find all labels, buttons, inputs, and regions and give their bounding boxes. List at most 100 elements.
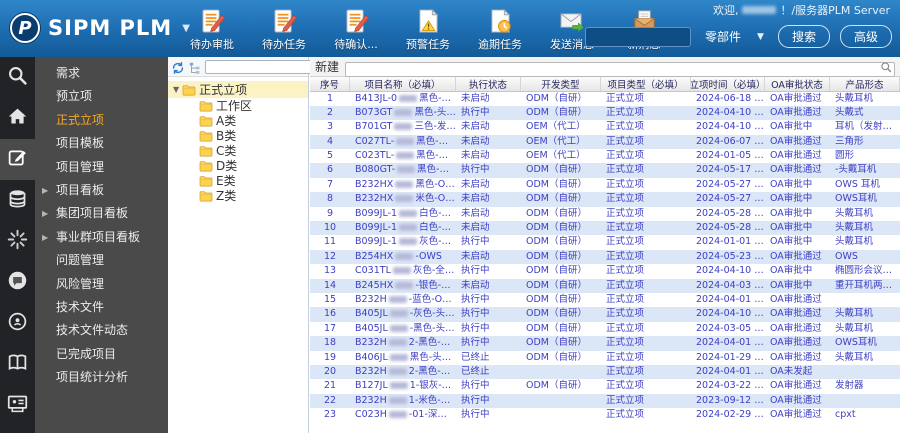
cell-project-name[interactable]: B405JL-灰色-头戴耳机 bbox=[350, 307, 456, 321]
table-row[interactable]: 23 C023H-01-深空灰-全… 执行中 正式立项 2024-02-29 00:00… bbox=[310, 408, 900, 422]
table-row[interactable]: 21 B127JL1-银灰-发射器执行中 ODM（自研） 正式立项 2024-03-22… bbox=[310, 379, 900, 393]
cell-project-name[interactable]: C027TL-黑色-全向麦 bbox=[350, 135, 456, 149]
column-header[interactable]: 序号 bbox=[310, 77, 350, 91]
toolbar-item-overdue-task[interactable]: 逾期任务 bbox=[471, 8, 529, 52]
table-row[interactable]: 22 B232H1-米色-OWS 执行中 正式立项 2023-09-12 00:00 OA… bbox=[310, 393, 900, 409]
table-filter-input[interactable] bbox=[345, 61, 895, 77]
table-row[interactable]: 12 B254HX-OWS 未启动 ODM（自研） 正式立项 2024-05-23 08:… bbox=[310, 249, 900, 265]
tree-node[interactable]: E类 bbox=[168, 173, 308, 188]
nav-icon-knowledge[interactable] bbox=[0, 344, 35, 385]
cell-project-name[interactable]: C023H-01-深空灰-全… bbox=[350, 408, 456, 422]
cell-project-name[interactable]: C031TL灰色-全向麦 bbox=[350, 264, 456, 278]
cell-project-name[interactable]: B127JL1-银灰-发射器 bbox=[350, 379, 456, 393]
menu-item-project-board[interactable]: ▶ 项目看板 bbox=[35, 179, 168, 202]
tree-root-node[interactable]: ▼ 正式立项 bbox=[168, 81, 308, 98]
nav-icon-broadcast[interactable] bbox=[0, 303, 35, 344]
tree-structure-icon[interactable] bbox=[188, 60, 202, 74]
column-header[interactable]: 项目类型（必填） bbox=[601, 77, 691, 91]
tree-node[interactable]: 工作区 bbox=[168, 98, 308, 113]
table-row[interactable]: 7 B232HX黑色-OWS 未启动 ODM（自研） 正式立项 2024-05-27 08… bbox=[310, 178, 900, 192]
cell-project-name[interactable]: B099JL-1白色-头戴耳… bbox=[350, 207, 456, 221]
table-row[interactable]: 20 B232H2-黑色-OWS-终… 已终止 正式立项 2024-04-01 08:0… bbox=[310, 364, 900, 380]
tree-node[interactable]: Z类 bbox=[168, 188, 308, 203]
nav-icon-messages[interactable] bbox=[0, 262, 35, 303]
menu-item-project-template[interactable]: 项目模板 bbox=[35, 132, 168, 155]
cell-project-name[interactable]: B099JL-1灰色-头戴耳机 bbox=[350, 235, 456, 249]
tree-node[interactable]: B类 bbox=[168, 128, 308, 143]
cell-project-name[interactable]: B245HX-银色-OWS bbox=[350, 279, 456, 293]
app-logo[interactable]: P SIPM PLM ▼ bbox=[10, 13, 190, 43]
nav-icon-database[interactable] bbox=[0, 180, 35, 221]
cell-project-name[interactable]: B405JL-黑色-头戴耳机 bbox=[350, 322, 456, 336]
menu-item-demand[interactable]: 需求 bbox=[35, 62, 168, 85]
nav-icon-home[interactable] bbox=[0, 98, 35, 139]
table-search-icon[interactable] bbox=[880, 58, 892, 73]
cell-project-name[interactable]: B701GT三色-发射器 bbox=[350, 120, 456, 134]
nav-icon-monitor[interactable] bbox=[0, 385, 35, 426]
column-header[interactable]: 执行状态 bbox=[456, 77, 521, 91]
cell-project-name[interactable]: C023TL-黑色-全向麦 bbox=[350, 149, 456, 163]
menu-item-group-project-board[interactable]: ▶ 集团项目看板 bbox=[35, 202, 168, 225]
menu-item-issue-management[interactable]: 问题管理 bbox=[35, 249, 168, 272]
table-row[interactable]: 11 B099JL-1灰色-头戴耳机执行中 ODM（自研） 正式立项 2024-01-0… bbox=[310, 235, 900, 249]
tree-refresh-icon[interactable] bbox=[171, 60, 185, 74]
table-row[interactable]: 4 C027TL-黑色-全向麦未启动 OEM（代工） 正式立项 2024-06-07 0… bbox=[310, 134, 900, 150]
toolbar-item-todo-confirm[interactable]: 待确认... bbox=[327, 8, 385, 52]
new-button[interactable]: 新建 bbox=[315, 58, 339, 75]
cell-project-name[interactable]: B080GT-黑色-头戴耳机 bbox=[350, 163, 456, 177]
table-row[interactable]: 2 B073GT黑色-头戴耳机执行中 ODM（自研） 正式立项 2024-04-10 0… bbox=[310, 105, 900, 121]
cell-project-name[interactable]: B232H2-黑色-OWS bbox=[350, 336, 456, 350]
table-row[interactable]: 18 B232H2-黑色-OWS 执行中 ODM（自研） 正式立项 2024-04-01 … bbox=[310, 336, 900, 351]
table-row[interactable]: 10 B099JL-1白色-头戴耳… 未启动 ODM（自研） 正式立项 2024-05-2… bbox=[310, 221, 900, 236]
global-search-input[interactable] bbox=[585, 26, 692, 47]
cell-project-name[interactable]: B232HX米色-OWS bbox=[350, 192, 456, 206]
cell-project-name[interactable]: B254HX -OWS bbox=[350, 250, 456, 264]
tree-node[interactable]: C类 bbox=[168, 143, 308, 158]
column-header[interactable]: 立项时间（必填） bbox=[691, 77, 765, 91]
menu-item-completed-projects[interactable]: 已完成项目 bbox=[35, 343, 168, 366]
tree-collapse-icon[interactable]: ▼ bbox=[173, 85, 179, 94]
column-header[interactable]: 项目名称（必填） bbox=[350, 77, 456, 91]
menu-item-formal-project[interactable]: 正式立项 bbox=[35, 109, 168, 132]
table-row[interactable]: 15 B232H -蓝色-OWS 执行中 ODM（自研） 正式立项 2024-04-01 0… bbox=[310, 293, 900, 307]
table-row[interactable]: 19 B406JL黑色-头戴耳机已终止 ODM（自研） 正式立项 2024-01-29 … bbox=[310, 351, 900, 365]
cell-project-name[interactable]: B413JL-0黑色-头戴耳机 bbox=[350, 92, 456, 106]
table-row[interactable]: 9 B099JL-1白色-头戴耳… 未启动 ODM（自研） 正式立项 2024-05-28… bbox=[310, 207, 900, 221]
table-row[interactable]: 16 B405JL-灰色-头戴耳机执行中 ODM（自研） 正式立项 2024-04-10… bbox=[310, 307, 900, 322]
cell-project-name[interactable]: B232H1-米色-OWS bbox=[350, 394, 456, 408]
table-row[interactable]: 6 B080GT-黑色-头戴耳机执行中 ODM（自研） 正式立项 2024-05-17 … bbox=[310, 163, 900, 178]
table-row[interactable]: 5 C023TL-黑色-全向麦未启动 OEM（代工） 正式立项 2024-01-05 0… bbox=[310, 149, 900, 163]
table-row[interactable]: 14 B245HX-银色-OWS 未启动 ODM（自研） 正式立项 2024-04-03 … bbox=[310, 278, 900, 293]
table-row[interactable]: 17 B405JL-黑色-头戴耳机执行中 ODM（自研） 正式立项 2024-03-05… bbox=[310, 322, 900, 336]
cell-project-name[interactable]: B232H2-黑色-OWS-终… bbox=[350, 365, 456, 379]
nav-icon-search[interactable] bbox=[0, 57, 35, 98]
table-row[interactable]: 1 B413JL-0黑色-头戴耳机未启动 ODM（自研） 正式立项 2024-06-18… bbox=[310, 92, 900, 106]
menu-item-project-statistics[interactable]: 项目统计分析 bbox=[35, 366, 168, 389]
menu-item-project-management[interactable]: 项目管理 bbox=[35, 156, 168, 179]
cell-project-name[interactable]: B073GT黑色-头戴耳机 bbox=[350, 106, 456, 120]
cell-project-name[interactable]: B232HX黑色-OWS bbox=[350, 178, 456, 192]
table-row[interactable]: 8 B232HX米色-OWS 未启动 ODM（自研） 正式立项 2024-05-27 08… bbox=[310, 192, 900, 207]
cell-project-name[interactable]: B232H -蓝色-OWS bbox=[350, 293, 456, 307]
search-category-dropdown[interactable]: 零部件 ▼ bbox=[701, 28, 768, 45]
advanced-search-button[interactable]: 高级 bbox=[839, 25, 892, 48]
column-header[interactable]: OA审批状态 bbox=[765, 77, 830, 91]
menu-item-pre-project[interactable]: 预立项 bbox=[35, 85, 168, 108]
toolbar-item-todo-approval[interactable]: 待办审批 bbox=[183, 8, 241, 52]
toolbar-item-todo-task[interactable]: 待办任务 bbox=[255, 8, 313, 52]
cell-project-name[interactable]: B099JL-1白色-头戴耳… bbox=[350, 221, 456, 235]
cell-project-name[interactable]: B406JL黑色-头戴耳机 bbox=[350, 351, 456, 365]
tree-node[interactable]: A类 bbox=[168, 113, 308, 128]
search-button[interactable]: 搜索 bbox=[777, 25, 830, 48]
menu-item-tech-doc-activity[interactable]: 技术文件动态 bbox=[35, 319, 168, 342]
menu-item-bu-project-board[interactable]: ▶ 事业群项目看板 bbox=[35, 226, 168, 249]
column-header[interactable]: 开发类型 bbox=[521, 77, 601, 91]
toolbar-item-warning-task[interactable]: ! 预警任务 bbox=[399, 8, 457, 52]
menu-item-tech-docs[interactable]: 技术文件 bbox=[35, 296, 168, 319]
menu-item-risk-management[interactable]: 风险管理 bbox=[35, 273, 168, 296]
column-header[interactable]: 产品形态 bbox=[830, 77, 900, 91]
tree-node[interactable]: D类 bbox=[168, 158, 308, 173]
table-row[interactable]: 3 B701GT三色-发射器未启动 OEM（代工） 正式立项 2024-04-10 08… bbox=[310, 120, 900, 134]
nav-icon-edit[interactable] bbox=[0, 139, 35, 180]
nav-icon-loading[interactable] bbox=[0, 221, 35, 262]
